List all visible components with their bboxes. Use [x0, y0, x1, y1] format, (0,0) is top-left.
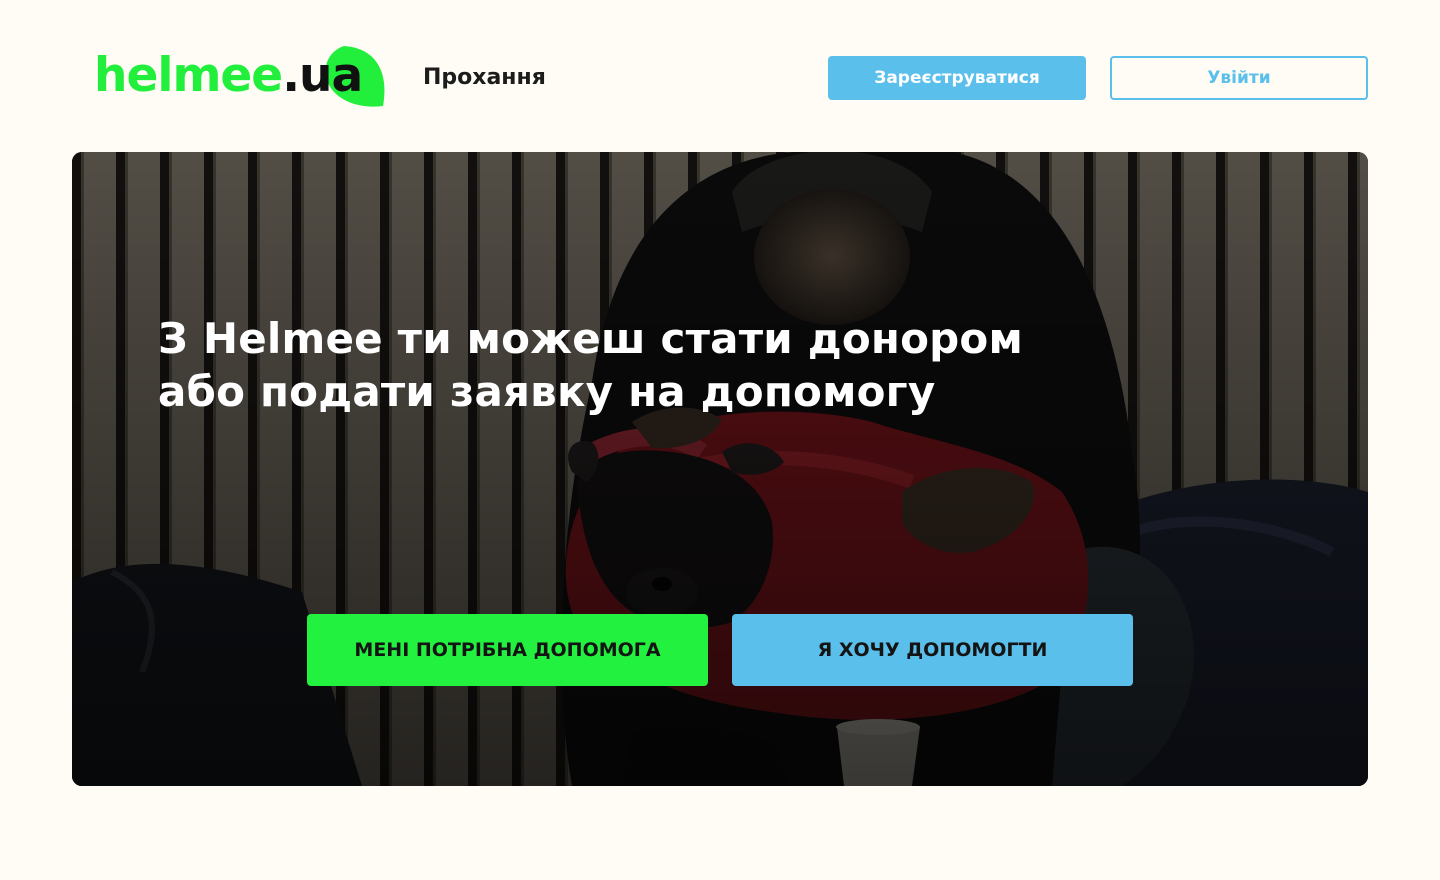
hero-title: З Helmee ти можеш стати донором або пода… [158, 312, 1158, 418]
logo-text-domain: .ua [282, 48, 362, 103]
helmee-logo[interactable]: helmee.ua [94, 44, 394, 112]
site-header: helmee.ua Прохання Зареєструватися Увійт… [0, 0, 1440, 152]
logo-text-main: helmee [94, 48, 282, 103]
hero-banner: З Helmee ти можеш стати донором або пода… [72, 152, 1368, 786]
hero-title-line-1: З Helmee ти можеш стати донором [158, 314, 1024, 363]
hero-photo [72, 152, 1368, 786]
need-help-button[interactable]: МЕНІ ПОТРІБНА ДОПОМОГА [307, 614, 708, 686]
want-to-help-button[interactable]: Я ХОЧУ ДОПОМОГТИ [732, 614, 1133, 686]
logo-graphic: helmee.ua [94, 46, 385, 107]
nav-link-requests[interactable]: Прохання [423, 63, 546, 93]
register-button[interactable]: Зареєструватися [828, 56, 1086, 100]
page: helmee.ua Прохання Зареєструватися Увійт… [0, 0, 1440, 880]
hero-title-line-2: або подати заявку на допомогу [158, 367, 936, 416]
svg-text:helmee.ua: helmee.ua [94, 48, 362, 103]
login-button[interactable]: Увійти [1110, 56, 1368, 100]
